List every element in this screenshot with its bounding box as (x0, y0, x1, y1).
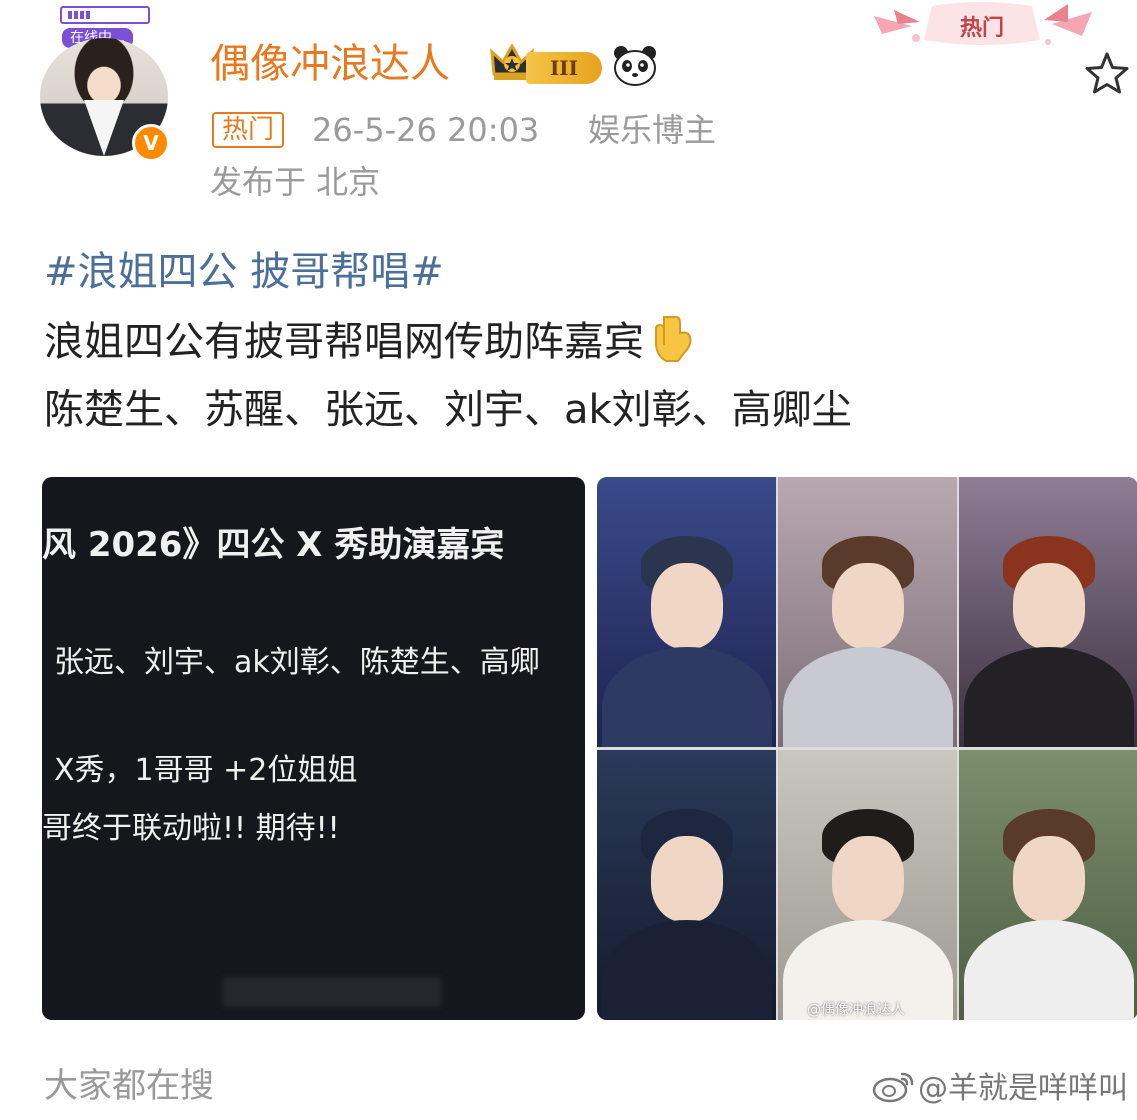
image-card-xshow: X秀，1哥哥 +2位姐姐 (54, 753, 358, 788)
post-image-2[interactable]: @偶像冲浪达人 (597, 477, 1137, 1020)
collage-photo-6 (959, 750, 1137, 1020)
weibo-watermark: @羊就是咩咩叫 (872, 1068, 1128, 1109)
image-card-guests: 张远、刘宇、ak刘彰、陈楚生、高卿 (54, 645, 540, 680)
blurred-text (222, 977, 442, 1007)
post-image-1[interactable]: 风 2026》四公 X 秀助演嘉宾 张远、刘宇、ak刘彰、陈楚生、高卿 X秀，1… (42, 477, 585, 1020)
image-card-excited: 哥终于联动啦!! 期待!! (42, 811, 340, 846)
collage-photo-4 (597, 750, 776, 1020)
live-indicator (60, 6, 150, 24)
topic-hashtag-link[interactable]: #浪姐四公 披哥帮唱# (44, 244, 444, 300)
trending-search-label[interactable]: 大家都在搜 (44, 1062, 214, 1110)
author-role: 娱乐博主 (588, 111, 717, 149)
avatar-container[interactable]: 在线中... V (40, 6, 172, 162)
hot-tag[interactable]: 热门 (212, 112, 285, 148)
member-level-badge[interactable]: III (490, 44, 606, 88)
favorite-star-icon[interactable] (1083, 50, 1131, 98)
panda-icon (614, 46, 656, 86)
collage-photo-1 (597, 477, 776, 747)
post-text-line-2: 陈楚生、苏醒、张远、刘宇、ak刘彰、高卿尘 (44, 387, 852, 433)
level-label: III (526, 52, 602, 84)
collage-photo-2 (778, 477, 957, 747)
post-timestamp: 26-5-26 20:03 (312, 111, 540, 149)
hot-corner-label: 热门 (960, 16, 1005, 41)
author-name[interactable]: 偶像冲浪达人 (210, 38, 450, 90)
image-card-title: 风 2026》四公 X 秀助演嘉宾 (42, 525, 505, 565)
collage-watermark: @偶像冲浪达人 (807, 1002, 905, 1018)
verified-icon: V (132, 124, 170, 162)
collage-photo-3 (959, 477, 1137, 747)
collage-photo-5 (778, 750, 957, 1020)
weibo-logo-icon (872, 1072, 914, 1103)
post-text-line-1: 浪姐四公有披哥帮唱网传助阵嘉宾 (44, 314, 694, 370)
post-location: 发布于 北京 (210, 163, 381, 201)
pointing-down-emoji-icon (655, 316, 692, 362)
post-text-1: 浪姐四公有披哥帮唱网传助阵嘉宾 (44, 319, 644, 365)
hot-corner-badge: 热门 (872, 0, 1094, 52)
weibo-watermark-text: @羊就是咩咩叫 (918, 1071, 1128, 1106)
